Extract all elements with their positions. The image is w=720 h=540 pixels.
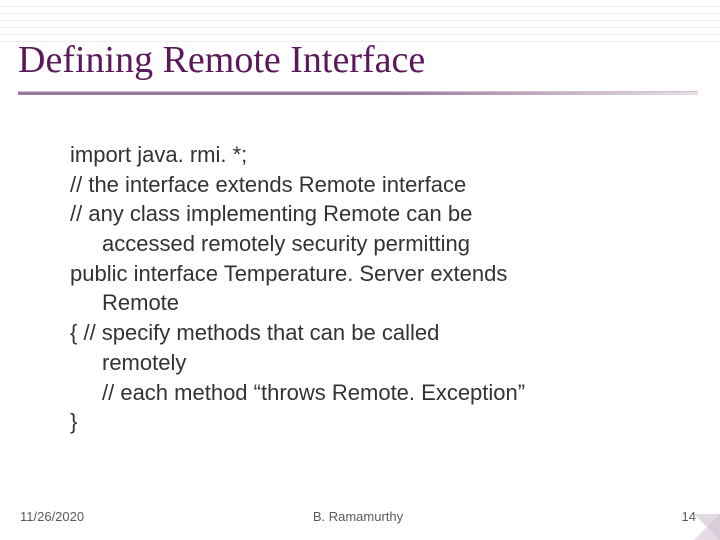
code-line-1: import java. rmi. *; (70, 140, 655, 170)
code-line-6: Remote (70, 288, 655, 318)
page-curl-icon (694, 514, 720, 540)
code-line-10: } (70, 407, 655, 437)
slide-title: Defining Remote Interface (18, 38, 425, 82)
code-line-3: // any class implementing Remote can be (70, 199, 655, 229)
code-line-8: remotely (70, 348, 655, 378)
code-line-5: public interface Temperature. Server ext… (70, 259, 655, 289)
title-underline (18, 92, 698, 95)
footer-author: B. Ramamurthy (20, 509, 696, 524)
code-line-4: accessed remotely security permitting (70, 229, 655, 259)
code-line-7: { // specify methods that can be called (70, 318, 655, 348)
code-line-2: // the interface extends Remote interfac… (70, 170, 655, 200)
slide-footer: 11/26/2020 B. Ramamurthy 14 (20, 509, 696, 524)
code-line-9: // each method “throws Remote. Exception… (70, 378, 655, 408)
slide-body: import java. rmi. *; // the interface ex… (70, 140, 655, 437)
